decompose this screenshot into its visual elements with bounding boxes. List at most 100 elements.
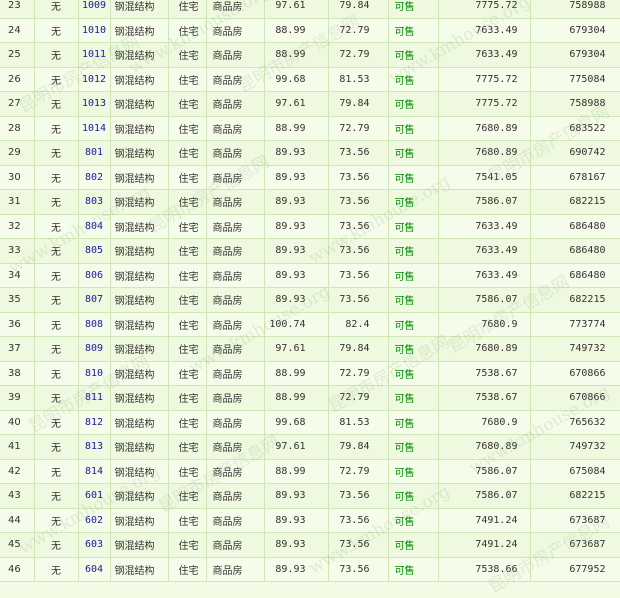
row-index: 34 [0, 263, 35, 288]
structure-cell: 钢混结构 [110, 532, 169, 558]
total-price-cell: 749732 [530, 336, 620, 362]
usage-cell: 住宅 [168, 0, 207, 19]
room-number-link[interactable]: 601 [78, 483, 111, 509]
table-row: 26 无 1012 钢混结构 住宅 商品房 99.68 81.53 可售 7775.72 77508… [0, 67, 620, 92]
housing-type-cell: 商品房 [206, 140, 265, 166]
floor-cell: 无 [34, 91, 79, 117]
room-number-link[interactable]: 801 [78, 140, 111, 166]
room-number-link[interactable]: 1014 [78, 116, 111, 141]
row-index: 43 [0, 483, 35, 509]
structure-cell: 钢混结构 [110, 91, 169, 117]
building-area-cell: 89.93 [264, 263, 329, 288]
row-index: 31 [0, 189, 35, 215]
total-price-cell: 758988 [530, 0, 620, 19]
total-price-cell: 673687 [530, 532, 620, 558]
building-area-cell: 97.61 [264, 91, 329, 117]
units-table-body: 23 无 1009 钢混结构 住宅 商品房 97.61 79.84 可售 7775.72 75898… [0, 0, 620, 582]
table-row: 24 无 1010 钢混结构 住宅 商品房 88.99 72.79 可售 7633.49 67930… [0, 18, 620, 43]
room-number-link[interactable]: 809 [78, 336, 111, 362]
total-price-cell: 677952 [530, 557, 620, 582]
table-row: 38 无 810 钢混结构 住宅 商品房 88.99 72.79 可售 7538.67 670866 [0, 361, 620, 386]
room-number-link[interactable]: 1009 [78, 0, 111, 19]
floor-cell: 无 [34, 312, 79, 337]
floor-cell: 无 [34, 434, 79, 460]
inner-area-cell: 73.56 [328, 483, 389, 509]
sale-status-cell: 可售 [388, 385, 439, 411]
room-number-link[interactable]: 1012 [78, 67, 111, 92]
total-price-cell: 679304 [530, 18, 620, 43]
usage-cell: 住宅 [168, 67, 207, 92]
unit-price-cell: 7680.89 [438, 336, 531, 362]
inner-area-cell: 79.84 [328, 91, 389, 117]
structure-cell: 钢混结构 [110, 287, 169, 313]
total-price-cell: 690742 [530, 140, 620, 166]
inner-area-cell: 73.56 [328, 508, 389, 533]
room-number-link[interactable]: 806 [78, 263, 111, 288]
unit-price-cell: 7538.66 [438, 557, 531, 582]
floor-cell: 无 [34, 557, 79, 582]
room-number-link[interactable]: 811 [78, 385, 111, 411]
sale-status-cell: 可售 [388, 238, 439, 264]
housing-type-cell: 商品房 [206, 532, 265, 558]
table-row: 25 无 1011 钢混结构 住宅 商品房 88.99 72.79 可售 7633.49 67930… [0, 42, 620, 68]
sale-status-cell: 可售 [388, 483, 439, 509]
room-number-link[interactable]: 804 [78, 214, 111, 239]
room-number-link[interactable]: 813 [78, 434, 111, 460]
sale-status-cell: 可售 [388, 263, 439, 288]
housing-type-cell: 商品房 [206, 116, 265, 141]
room-number-link[interactable]: 604 [78, 557, 111, 582]
room-number-link[interactable]: 814 [78, 459, 111, 484]
row-index: 36 [0, 312, 35, 337]
table-row: 36 无 808 钢混结构 住宅 商品房 100.74 82.4 可售 7680.9 773774 [0, 312, 620, 337]
inner-area-cell: 73.56 [328, 557, 389, 582]
room-number-link[interactable]: 1010 [78, 18, 111, 43]
usage-cell: 住宅 [168, 361, 207, 386]
structure-cell: 钢混结构 [110, 140, 169, 166]
housing-type-cell: 商品房 [206, 42, 265, 68]
structure-cell: 钢混结构 [110, 263, 169, 288]
sale-status-cell: 可售 [388, 140, 439, 166]
room-number-link[interactable]: 812 [78, 410, 111, 435]
housing-type-cell: 商品房 [206, 214, 265, 239]
inner-area-cell: 73.56 [328, 165, 389, 190]
usage-cell: 住宅 [168, 18, 207, 43]
floor-cell: 无 [34, 361, 79, 386]
room-number-link[interactable]: 807 [78, 287, 111, 313]
room-number-link[interactable]: 1011 [78, 42, 111, 68]
sale-status-cell: 可售 [388, 18, 439, 43]
usage-cell: 住宅 [168, 42, 207, 68]
table-row: 46 无 604 钢混结构 住宅 商品房 89.93 73.56 可售 7538.66 677952 [0, 557, 620, 582]
inner-area-cell: 79.84 [328, 0, 389, 19]
unit-price-cell: 7586.07 [438, 483, 531, 509]
row-index: 42 [0, 459, 35, 484]
table-row: 37 无 809 钢混结构 住宅 商品房 97.61 79.84 可售 7680.89 749732 [0, 336, 620, 362]
room-number-link[interactable]: 603 [78, 532, 111, 558]
housing-type-cell: 商品房 [206, 459, 265, 484]
building-area-cell: 89.93 [264, 483, 329, 509]
sale-status-cell: 可售 [388, 42, 439, 68]
building-area-cell: 89.93 [264, 238, 329, 264]
usage-cell: 住宅 [168, 459, 207, 484]
room-number-link[interactable]: 1013 [78, 91, 111, 117]
housing-type-cell: 商品房 [206, 91, 265, 117]
room-number-link[interactable]: 808 [78, 312, 111, 337]
structure-cell: 钢混结构 [110, 42, 169, 68]
room-number-link[interactable]: 805 [78, 238, 111, 264]
building-area-cell: 100.74 [264, 312, 329, 337]
usage-cell: 住宅 [168, 140, 207, 166]
sale-status-cell: 可售 [388, 557, 439, 582]
usage-cell: 住宅 [168, 214, 207, 239]
building-area-cell: 88.99 [264, 361, 329, 386]
structure-cell: 钢混结构 [110, 116, 169, 141]
table-row: 30 无 802 钢混结构 住宅 商品房 89.93 73.56 可售 7541.05 678167 [0, 165, 620, 190]
sale-status-cell: 可售 [388, 189, 439, 215]
unit-price-cell: 7680.9 [438, 312, 531, 337]
room-number-link[interactable]: 802 [78, 165, 111, 190]
inner-area-cell: 72.79 [328, 42, 389, 68]
unit-price-cell: 7538.67 [438, 385, 531, 411]
room-number-link[interactable]: 810 [78, 361, 111, 386]
total-price-cell: 773774 [530, 312, 620, 337]
floor-cell: 无 [34, 67, 79, 92]
room-number-link[interactable]: 602 [78, 508, 111, 533]
room-number-link[interactable]: 803 [78, 189, 111, 215]
